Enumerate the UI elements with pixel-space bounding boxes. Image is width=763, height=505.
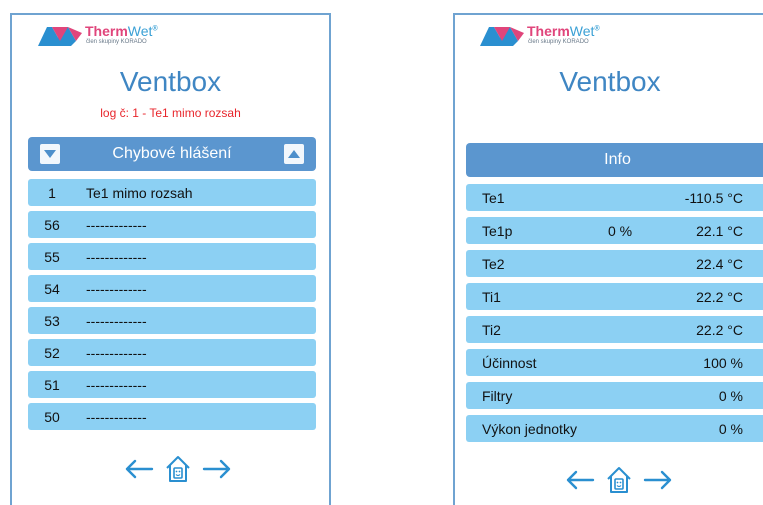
error-text: ------------- [86,409,147,425]
logo-mark-icon [480,27,524,46]
info-row: Filtry 0 % [466,382,763,409]
info-label: Te2 [482,256,505,272]
error-text: ------------- [86,345,147,361]
error-list-header: Chybové hlášení [28,137,316,171]
logo-wordmark: ThermWet® [527,23,600,39]
house-face-icon[interactable] [606,466,632,494]
error-text: ------------- [86,281,147,297]
page-title: Ventbox [119,66,222,97]
error-log-panel: ThermWet® člen skupiny KORADO Ventbox lo… [10,13,331,505]
error-number: 53 [44,313,60,329]
info-label: Te1 [482,190,505,206]
error-number: 54 [44,281,60,297]
info-percent: 0 % [608,223,633,239]
info-row: Te2 22.4 °C [466,250,763,277]
triangle-up-icon [288,150,300,158]
error-row[interactable]: 53 ------------- [28,307,316,334]
arrow-right-icon[interactable] [643,470,673,490]
error-number: 55 [44,249,60,265]
logo-wordmark: ThermWet® [85,23,158,39]
info-value: 0 % [718,421,743,437]
info-panel: ThermWet® člen skupiny KORADO Ventbox In… [453,13,763,505]
error-list-title: Chybové hlášení [112,145,232,162]
thermwet-logo: ThermWet® člen skupiny KORADO [38,23,158,47]
info-row: Výkon jednotky 0 % [466,415,763,442]
house-face-icon[interactable] [165,455,191,483]
error-row[interactable]: 52 ------------- [28,339,316,366]
info-row: Účinnost 100 % [466,349,763,376]
arrow-left-icon[interactable] [565,470,595,490]
arrow-right-icon[interactable] [202,459,232,479]
error-number: 50 [44,409,60,425]
info-row: Ti2 22.2 °C [466,316,763,343]
info-header: Info [466,143,763,177]
error-row[interactable]: 51 ------------- [28,371,316,398]
error-number: 1 [48,185,56,201]
info-value: 22.2 °C [696,322,743,338]
info-label: Výkon jednotky [482,421,577,437]
scroll-up-button[interactable] [284,144,304,164]
error-text: ------------- [86,249,147,265]
info-value: 100 % [703,355,743,371]
thermwet-logo: ThermWet® člen skupiny KORADO [480,23,600,47]
info-label: Ti1 [482,289,501,305]
bottom-nav [124,455,232,483]
arrow-left-icon[interactable] [124,459,154,479]
info-label: Te1p [482,223,513,239]
info-value: 22.1 °C [696,223,743,239]
page-title: Ventbox [559,66,661,97]
error-row[interactable]: 50 ------------- [28,403,316,430]
info-value: -110.5 °C [684,190,743,206]
info-value: 22.4 °C [696,256,743,272]
info-value: 0 % [718,388,743,404]
info-row: Te1p 0 % 22.1 °C [466,217,763,244]
error-text: ------------- [86,217,147,233]
error-text: Te1 mimo rozsah [86,185,193,201]
error-row[interactable]: 54 ------------- [28,275,316,302]
bottom-nav [565,466,673,494]
error-number: 51 [44,377,60,393]
error-row[interactable]: 1 Te1 mimo rozsah [28,179,316,206]
error-number: 52 [44,345,60,361]
error-text: ------------- [86,313,147,329]
info-row: Te1 -110.5 °C [466,184,763,211]
log-message: log č: 1 - Te1 mimo rozsah [100,106,241,120]
info-label: Filtry [482,388,513,404]
error-text: ------------- [86,377,147,393]
error-row[interactable]: 55 ------------- [28,243,316,270]
logo-subtitle: člen skupiny KORADO [86,39,147,45]
info-label: Účinnost [482,355,537,371]
error-number: 56 [44,217,60,233]
info-row: Ti1 22.2 °C [466,283,763,310]
logo-mark-icon [38,27,82,46]
info-value: 22.2 °C [696,289,743,305]
error-row[interactable]: 56 ------------- [28,211,316,238]
info-label: Ti2 [482,322,501,338]
logo-subtitle: člen skupiny KORADO [528,39,589,45]
